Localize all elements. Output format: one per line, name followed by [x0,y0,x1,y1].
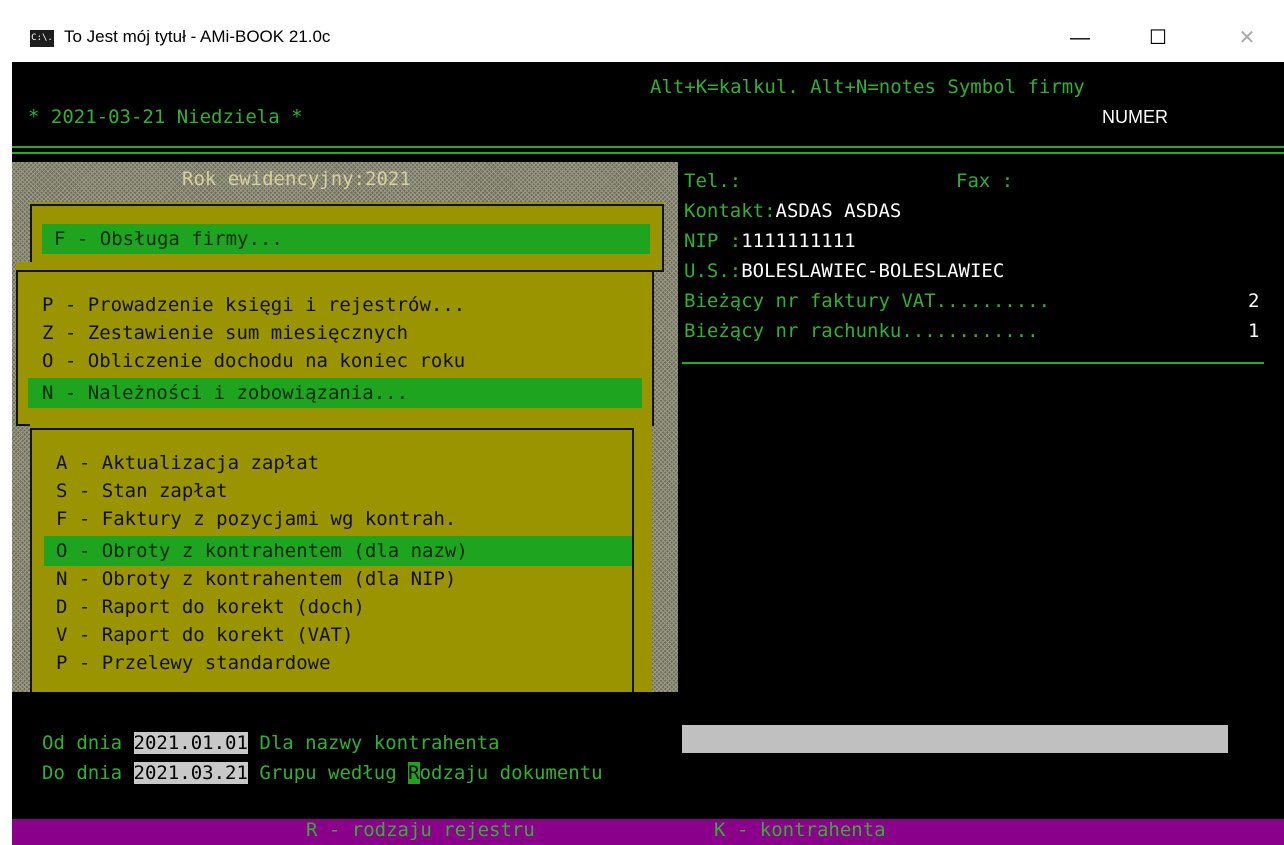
bill-number-value: 1 [1248,320,1260,342]
menu-item-invoices-by-contractor[interactable]: F - Faktury z pozycjami wg kontrah. [56,504,456,534]
option-register-type[interactable]: R - rodzaju rejestru [306,815,535,845]
tax-office-row: U.S.:BOLESLAWIEC-BOLESLAWIEC [684,256,1004,287]
maximize-button[interactable]: ☐ [1135,18,1181,58]
nip-label: NIP : [684,230,742,252]
menu-item-receivables[interactable]: N - Należności i zobowiązania... [28,378,642,408]
group-option-text: odzaju dokumentu [419,762,603,784]
bill-number-label: Bieżący nr rachunku............ [684,320,1039,342]
option-contractor[interactable]: K - kontrahenta [714,815,886,845]
tax-office-label: U.S.: [684,260,742,282]
menu-item-year-income[interactable]: O - Obliczenie dochodu na koniec roku [42,346,465,376]
console-screen[interactable]: Alt+K=kalkul. Alt+N=notes Symbol firmy *… [12,62,1284,845]
tax-office-value: BOLESLAWIEC-BOLESLAWIEC [741,260,1005,282]
options-bar: R - rodzaju rejestru K - kontrahenta [12,819,1284,845]
minimize-button[interactable]: — [1057,18,1103,58]
menu-item-payment-update[interactable]: A - Aktualizacja zapłat [56,448,319,478]
company-symbol: NUMER [1102,107,1168,127]
vat-invoice-number-value: 2 [1248,290,1260,312]
contact-value: ASDAS ASDAS [775,200,902,222]
header-divider [12,146,1284,154]
fiscal-year-label: Rok ewidencyjny:2021 [182,168,411,190]
to-date-input[interactable]: 2021.03.21 [133,762,248,784]
nip-value: 1111111111 [741,230,856,252]
close-button[interactable]: ✕ [1224,18,1270,58]
menu-item-turnover-by-nip[interactable]: N - Obroty z kontrahentem (dla NIP) [56,564,456,594]
menu-item-monthly-sums[interactable]: Z - Zestawienie sum miesięcznych [42,318,408,348]
hotkeys-hint: Alt+K=kalkul. Alt+N=notes Symbol firmy [650,76,1085,98]
from-date-row: Od dnia 2021.01.01 Dla nazwy kontrahenta [42,728,500,759]
contractor-name-label: Dla nazwy kontrahenta [259,732,500,754]
nip-row: NIP :1111111111 [684,226,856,257]
vat-invoice-number-label: Bieżący nr faktury VAT.......... [684,290,1051,312]
contractor-name-input[interactable] [682,725,1228,753]
menu-item-transfers[interactable]: P - Przelewy standardowe [56,648,331,678]
info-divider [682,362,1264,364]
window-title-bar[interactable]: C:\. To Jest mój tytuł - AMi-BOOK 21.0c … [0,0,1284,62]
fax-label: Fax : [956,170,1014,192]
menu-item-report-vat[interactable]: V - Raport do korekt (VAT) [56,620,353,650]
to-date-label: Do dnia [42,762,123,784]
menu-item-company[interactable]: F - Obsługa firmy... [42,224,650,254]
menu-item-payment-status[interactable]: S - Stan zapłat [56,476,228,506]
menu-item-books[interactable]: P - Prowadzenie księgi i rejestrów... [42,290,465,320]
menu-level3-panel: A - Aktualizacja zapłat S - Stan zapłat … [30,418,652,692]
group-label: Grupu według [259,762,397,784]
contact-row: Kontakt:ASDAS ASDAS [684,196,901,227]
to-date-row: Do dnia 2021.03.21 Grupu według Rodzaju … [42,758,603,789]
menu-item-turnover-by-name[interactable]: O - Obroty z kontrahentem (dla nazw) [44,536,632,566]
current-date: * 2021-03-21 Niedziela * [28,106,303,128]
tel-label: Tel.: [684,170,742,192]
from-date-input[interactable]: 2021.01.01 [133,732,248,754]
menu-level2-panel: P - Prowadzenie księgi i rejestrów... Z … [16,262,654,426]
console-app-icon[interactable]: C:\. [30,30,54,47]
group-cursor[interactable]: R [408,762,420,784]
from-date-label: Od dnia [42,732,123,754]
window-title: To Jest mój tytuł - AMi-BOOK 21.0c [64,27,331,46]
contact-label: Kontakt: [684,200,776,222]
menu-item-report-income[interactable]: D - Raport do korekt (doch) [56,592,365,622]
